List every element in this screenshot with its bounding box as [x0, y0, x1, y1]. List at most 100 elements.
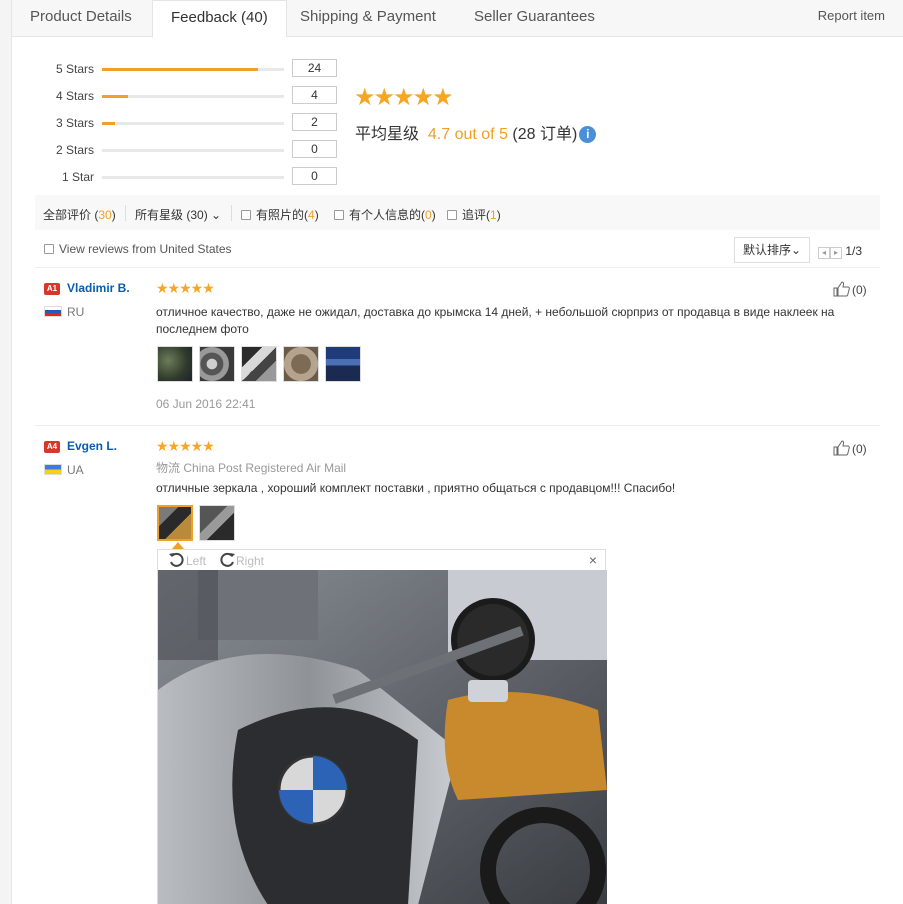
helpful-button[interactable]: (0) [833, 281, 867, 297]
chevron-down-icon: ⌄ [211, 208, 222, 222]
review-photo-thumbnail[interactable] [325, 346, 361, 382]
tab-product-details[interactable]: Product Details [12, 0, 150, 37]
motorcycle-photo [158, 570, 607, 904]
review-stars: ★★★★★ [156, 280, 215, 296]
review-photo-thumbnail[interactable] [157, 346, 193, 382]
rotate-left-button[interactable]: Left [168, 551, 206, 569]
helpful-count: (0) [852, 283, 867, 297]
reviewer-name[interactable]: Evgen L. [67, 439, 117, 453]
histogram-label: 2 Stars [55, 143, 94, 157]
checkbox[interactable] [44, 244, 54, 254]
checkbox[interactable] [447, 210, 457, 220]
average-score: 4.7 out of 5 [427, 126, 508, 143]
filter-stars-count: (30) [186, 208, 208, 222]
filter-followup-count: 1 [490, 208, 497, 222]
feedback-panel: Product Details Feedback (40) Shipping &… [12, 0, 903, 904]
review-photo-thumbnail[interactable] [199, 505, 235, 541]
tab-seller-guarantees[interactable]: Seller Guarantees [456, 0, 613, 37]
histogram-row[interactable]: 3 Stars 2 [12, 113, 352, 133]
histogram-fill [102, 95, 129, 98]
report-item-link[interactable]: Report item [818, 0, 885, 32]
filter-personal-count: 0 [425, 208, 432, 222]
sort-dropdown[interactable]: 默认排序⌄ [734, 237, 810, 263]
tab-shipping-payment[interactable]: Shipping & Payment [282, 0, 454, 37]
chevron-down-icon: ⌄ [790, 243, 802, 257]
review-photo-thumbnail[interactable] [157, 505, 193, 541]
histogram-count: 24 [292, 59, 337, 77]
review-photo-thumbnail[interactable] [283, 346, 319, 382]
logistics-label: 物流 [156, 461, 181, 475]
review-photos [157, 505, 247, 543]
histogram-count: 4 [292, 86, 337, 104]
review-photo-large [158, 570, 607, 904]
helpful-button[interactable]: (0) [833, 440, 867, 456]
view-us-label: View reviews from United States [59, 242, 232, 256]
histogram-bar [102, 122, 284, 125]
filter-all-label: 全部评价 [43, 208, 92, 222]
histogram-row[interactable]: 4 Stars 4 [12, 86, 352, 106]
rotate-right-button[interactable]: Right [218, 551, 264, 569]
rotate-right-icon [220, 552, 235, 567]
reviewer-country: RU [67, 305, 85, 319]
filter-stars-label: 所有星级 [135, 208, 184, 222]
divider [35, 425, 880, 426]
checkbox[interactable] [241, 210, 251, 220]
rotate-right-label: Right [236, 554, 265, 568]
next-page-button[interactable]: ▸ [830, 247, 842, 259]
filter-divider [125, 205, 126, 221]
filter-all-reviews[interactable]: 全部评价 (30) [43, 206, 116, 223]
histogram-row[interactable]: 1 Star 0 [12, 167, 352, 187]
order-count: (28 订单) [512, 126, 578, 143]
histogram-bar [102, 95, 284, 98]
viewer-toolbar: Left Right × [158, 550, 607, 570]
helpful-count: (0) [852, 442, 867, 456]
info-icon[interactable]: i [579, 126, 597, 143]
histogram-label: 1 Star [61, 170, 94, 184]
filter-photos-count: 4 [308, 208, 315, 222]
review-text: отличные зеркала , хороший комплект пост… [156, 481, 676, 495]
average-label: 平均星级 [355, 126, 420, 143]
page-indicator: 1/3 [845, 244, 863, 258]
filter-with-personal-info[interactable]: 有个人信息的(0) [334, 206, 436, 223]
view-us-reviews-option[interactable]: View reviews from United States [44, 242, 232, 256]
average-rating: 平均星级 4.7 out of 5 (28 订单) i [355, 120, 597, 144]
filter-bar: 全部评价 (30) 所有星级 (30) ⌄ 有照片的(4) 有个人信息的(0) … [35, 195, 880, 230]
flag-icon [44, 464, 62, 475]
filter-followup-label: 追评 [462, 208, 487, 222]
histogram-fill [102, 68, 258, 71]
pagination: ◂ ▸ 1/3 [818, 244, 862, 259]
average-stars: ★★★★★ [354, 84, 454, 111]
logistics-method: China Post Registered Air Mail [183, 461, 347, 475]
left-gutter [0, 0, 12, 904]
review-photo-thumbnail[interactable] [199, 346, 235, 382]
histogram-count: 2 [292, 113, 337, 131]
reviewer-name[interactable]: Vladimir B. [67, 281, 130, 295]
buyer-level-badge: A4 [44, 441, 60, 453]
filter-personal-label: 有个人信息的 [349, 208, 422, 222]
buyer-level-badge: A1 [44, 283, 60, 295]
histogram-row[interactable]: 2 Stars 0 [12, 140, 352, 160]
histogram-bar [102, 149, 284, 152]
filter-star-dropdown[interactable]: 所有星级 (30) ⌄ [135, 206, 221, 223]
checkbox[interactable] [334, 210, 344, 220]
rotate-left-icon [169, 552, 184, 567]
prev-page-button[interactable]: ◂ [818, 247, 830, 259]
reviewer-country: UA [67, 463, 84, 477]
review-photo-thumbnail[interactable] [241, 346, 277, 382]
close-icon[interactable]: × [589, 552, 597, 568]
sort-label: 默认排序 [742, 243, 791, 257]
histogram-label: 3 Stars [55, 116, 94, 130]
logistics-info: 物流 China Post Registered Air Mail [156, 459, 346, 476]
filter-with-photos[interactable]: 有照片的(4) [241, 206, 319, 223]
histogram-bar [102, 176, 284, 179]
filter-followup[interactable]: 追评(1) [447, 206, 501, 223]
divider [35, 267, 880, 268]
photo-viewer: Left Right × [157, 549, 607, 904]
review-text: отличное качество, даже не ожидал, доста… [156, 305, 835, 336]
histogram-label: 4 Stars [55, 89, 94, 103]
histogram-fill [102, 122, 115, 125]
histogram-row[interactable]: 5 Stars 24 [12, 59, 352, 79]
tab-feedback[interactable]: Feedback (40) [152, 0, 287, 38]
review-date: 06 Jun 2016 22:41 [156, 397, 256, 411]
tab-bar: Product Details Feedback (40) Shipping &… [12, 0, 903, 38]
